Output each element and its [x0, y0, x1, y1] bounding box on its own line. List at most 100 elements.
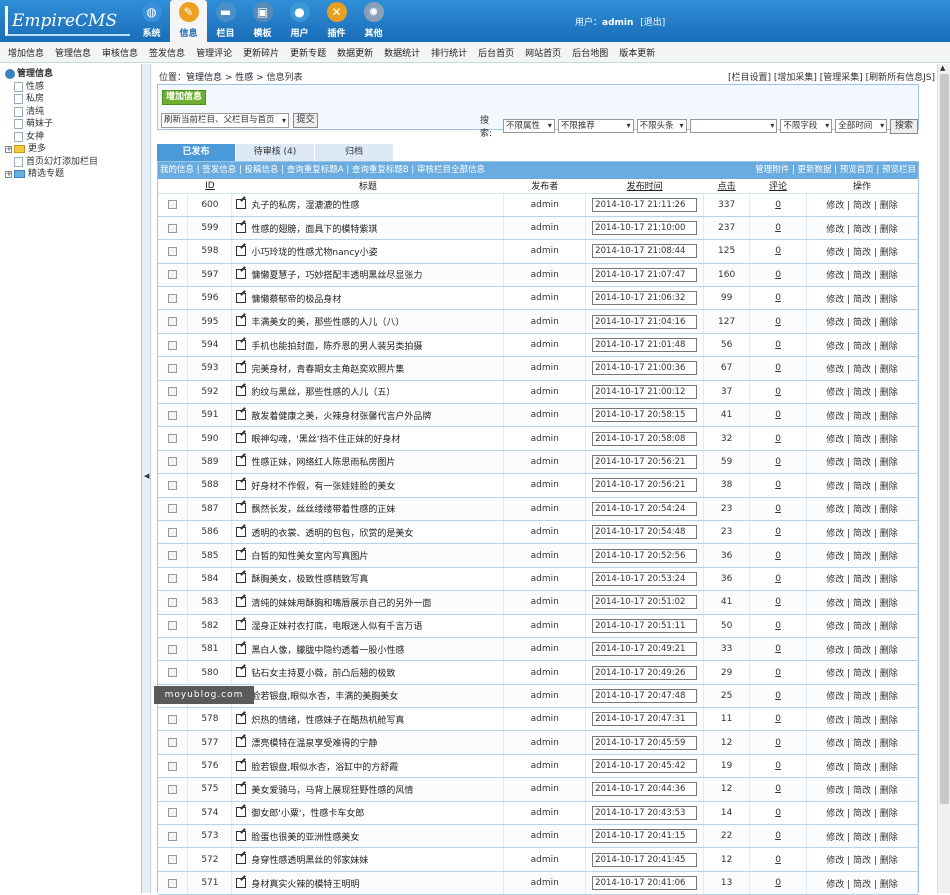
row-checkbox[interactable]: [168, 551, 178, 561]
row-checkbox[interactable]: [168, 480, 178, 490]
edit-icon[interactable]: [236, 526, 247, 537]
edit-icon[interactable]: [236, 362, 247, 373]
quick-edit-link[interactable]: 简改: [853, 692, 871, 702]
edit-icon[interactable]: [236, 339, 247, 350]
edit-link[interactable]: 修改: [826, 575, 844, 585]
row-comments[interactable]: 0: [749, 684, 808, 709]
row-comments[interactable]: 0: [749, 567, 808, 592]
row-checkbox[interactable]: [168, 621, 178, 631]
row-title[interactable]: 慵懒夏慧子，巧妙搭配丰透明黑丝尽显张力: [251, 271, 422, 281]
row-title[interactable]: 眼神勾魂，'黑丝'挡不住正妹的好身材: [251, 435, 400, 445]
edit-icon[interactable]: [236, 433, 247, 444]
quick-edit-link[interactable]: 简改: [853, 295, 871, 305]
row-title[interactable]: 性感正妹，网络红人陈思雨私房图片: [251, 458, 395, 468]
row-time[interactable]: 2014-10-17 20:58:15: [592, 408, 698, 423]
edit-link[interactable]: 修改: [826, 365, 844, 375]
refresh-select[interactable]: 刷新当前栏目、父栏目与首页: [161, 113, 289, 128]
delete-link[interactable]: 删除: [880, 388, 898, 398]
delete-link[interactable]: 删除: [880, 458, 898, 468]
row-checkbox[interactable]: [168, 808, 178, 818]
edit-link[interactable]: 修改: [826, 646, 844, 656]
row-time[interactable]: 2014-10-17 20:45:59: [592, 735, 698, 750]
edit-icon[interactable]: [236, 877, 247, 888]
edit-link[interactable]: 修改: [826, 763, 844, 773]
col-clicks-label[interactable]: 点击: [718, 182, 736, 192]
top-links[interactable]: [栏目设置] [增加采集] [管理采集] [刷新所有信息JS]: [728, 70, 935, 83]
edit-link[interactable]: 修改: [826, 248, 844, 258]
subnav-item[interactable]: 更新碎片: [243, 46, 279, 59]
quick-edit-link[interactable]: 简改: [853, 669, 871, 679]
edit-link[interactable]: 修改: [826, 856, 844, 866]
row-comments[interactable]: 0: [749, 660, 808, 685]
headline-select[interactable]: 不限头条: [636, 119, 687, 133]
edit-link[interactable]: 修改: [826, 482, 844, 492]
col-id-label[interactable]: ID: [205, 181, 215, 191]
row-checkbox[interactable]: [168, 340, 178, 350]
delete-link[interactable]: 删除: [880, 505, 898, 515]
row-comments[interactable]: 0: [749, 263, 808, 288]
quick-edit-link[interactable]: 简改: [853, 458, 871, 468]
edit-link[interactable]: 修改: [826, 505, 844, 515]
edit-link[interactable]: 修改: [826, 225, 844, 235]
edit-link[interactable]: 修改: [826, 692, 844, 702]
scroll-thumb[interactable]: [940, 74, 949, 804]
quick-edit-link[interactable]: 简改: [853, 716, 871, 726]
edit-link[interactable]: 修改: [826, 295, 844, 305]
add-info-button[interactable]: 增加信息: [162, 90, 206, 105]
row-title[interactable]: 美女爱骑马，马背上展现狂野性感的风情: [251, 786, 413, 796]
row-title[interactable]: 漂亮模特在温泉享受难得的宁静: [251, 739, 377, 749]
row-title[interactable]: 身材真实火辣的模特王明明: [251, 880, 359, 890]
row-comments[interactable]: 0: [749, 193, 808, 217]
row-checkbox[interactable]: [168, 246, 178, 256]
edit-icon[interactable]: [236, 316, 247, 327]
row-title[interactable]: 散发着健康之美，火辣身材张馨代言户外品牌: [251, 412, 431, 422]
scrollbar[interactable]: ▲: [937, 64, 950, 893]
nav-2[interactable]: ▬ 栏目: [207, 0, 244, 42]
recommend-select[interactable]: 不限推荐: [557, 119, 634, 133]
delete-link[interactable]: 删除: [880, 552, 898, 562]
delete-link[interactable]: 删除: [880, 739, 898, 749]
edit-link[interactable]: 修改: [826, 669, 844, 679]
expand-icon[interactable]: +: [5, 170, 12, 178]
subnav-item[interactable]: 签发信息: [149, 46, 185, 59]
row-checkbox[interactable]: [168, 738, 178, 748]
delete-link[interactable]: 删除: [880, 622, 898, 632]
row-title[interactable]: 白皙的知性美女室内写真图片: [251, 552, 368, 562]
search-button[interactable]: 搜索: [890, 118, 918, 134]
edit-link[interactable]: 修改: [826, 412, 844, 422]
delete-link[interactable]: 删除: [880, 435, 898, 445]
row-time[interactable]: 2014-10-17 21:00:36: [592, 361, 698, 376]
row-time[interactable]: 2014-10-17 20:47:31: [592, 712, 698, 727]
edit-link[interactable]: 修改: [826, 833, 844, 843]
row-checkbox[interactable]: [168, 597, 178, 607]
quick-edit-link[interactable]: 简改: [853, 318, 871, 328]
row-title[interactable]: 完美身材，青春期女主角赵奕欢照片集: [251, 365, 404, 375]
edit-icon[interactable]: [236, 760, 247, 771]
row-comments[interactable]: 0: [749, 754, 808, 779]
edit-icon[interactable]: [236, 269, 247, 280]
row-title[interactable]: 身穿性感透明黑丝的邻家妹妹: [251, 856, 368, 866]
edit-link[interactable]: 修改: [826, 318, 844, 328]
row-title[interactable]: 炽热的情绪，性感妹子在酷热机舱写真: [251, 716, 404, 726]
row-checkbox[interactable]: [168, 714, 178, 724]
row-time[interactable]: 2014-10-17 20:51:11: [592, 618, 698, 633]
quick-edit-link[interactable]: 简改: [853, 552, 871, 562]
col-time[interactable]: 发布时间: [585, 179, 704, 194]
row-comments[interactable]: 0: [749, 473, 808, 498]
tree-root[interactable]: 管理信息: [5, 68, 141, 81]
edit-link[interactable]: 修改: [826, 435, 844, 445]
delete-link[interactable]: 删除: [880, 271, 898, 281]
edit-link[interactable]: 修改: [826, 388, 844, 398]
row-comments[interactable]: 0: [749, 590, 808, 615]
edit-icon[interactable]: [236, 292, 247, 303]
tree-item[interactable]: 私房: [5, 93, 141, 106]
row-title[interactable]: 透明的衣裳、透明的包包，欣赏的是美女: [251, 529, 413, 539]
quick-edit-link[interactable]: 简改: [853, 225, 871, 235]
edit-icon[interactable]: [236, 854, 247, 865]
edit-icon[interactable]: [236, 456, 247, 467]
edit-link[interactable]: 修改: [826, 622, 844, 632]
edit-icon[interactable]: [236, 807, 247, 818]
row-comments[interactable]: 0: [749, 380, 808, 405]
quick-edit-link[interactable]: 简改: [853, 786, 871, 796]
edit-icon[interactable]: [236, 479, 247, 490]
